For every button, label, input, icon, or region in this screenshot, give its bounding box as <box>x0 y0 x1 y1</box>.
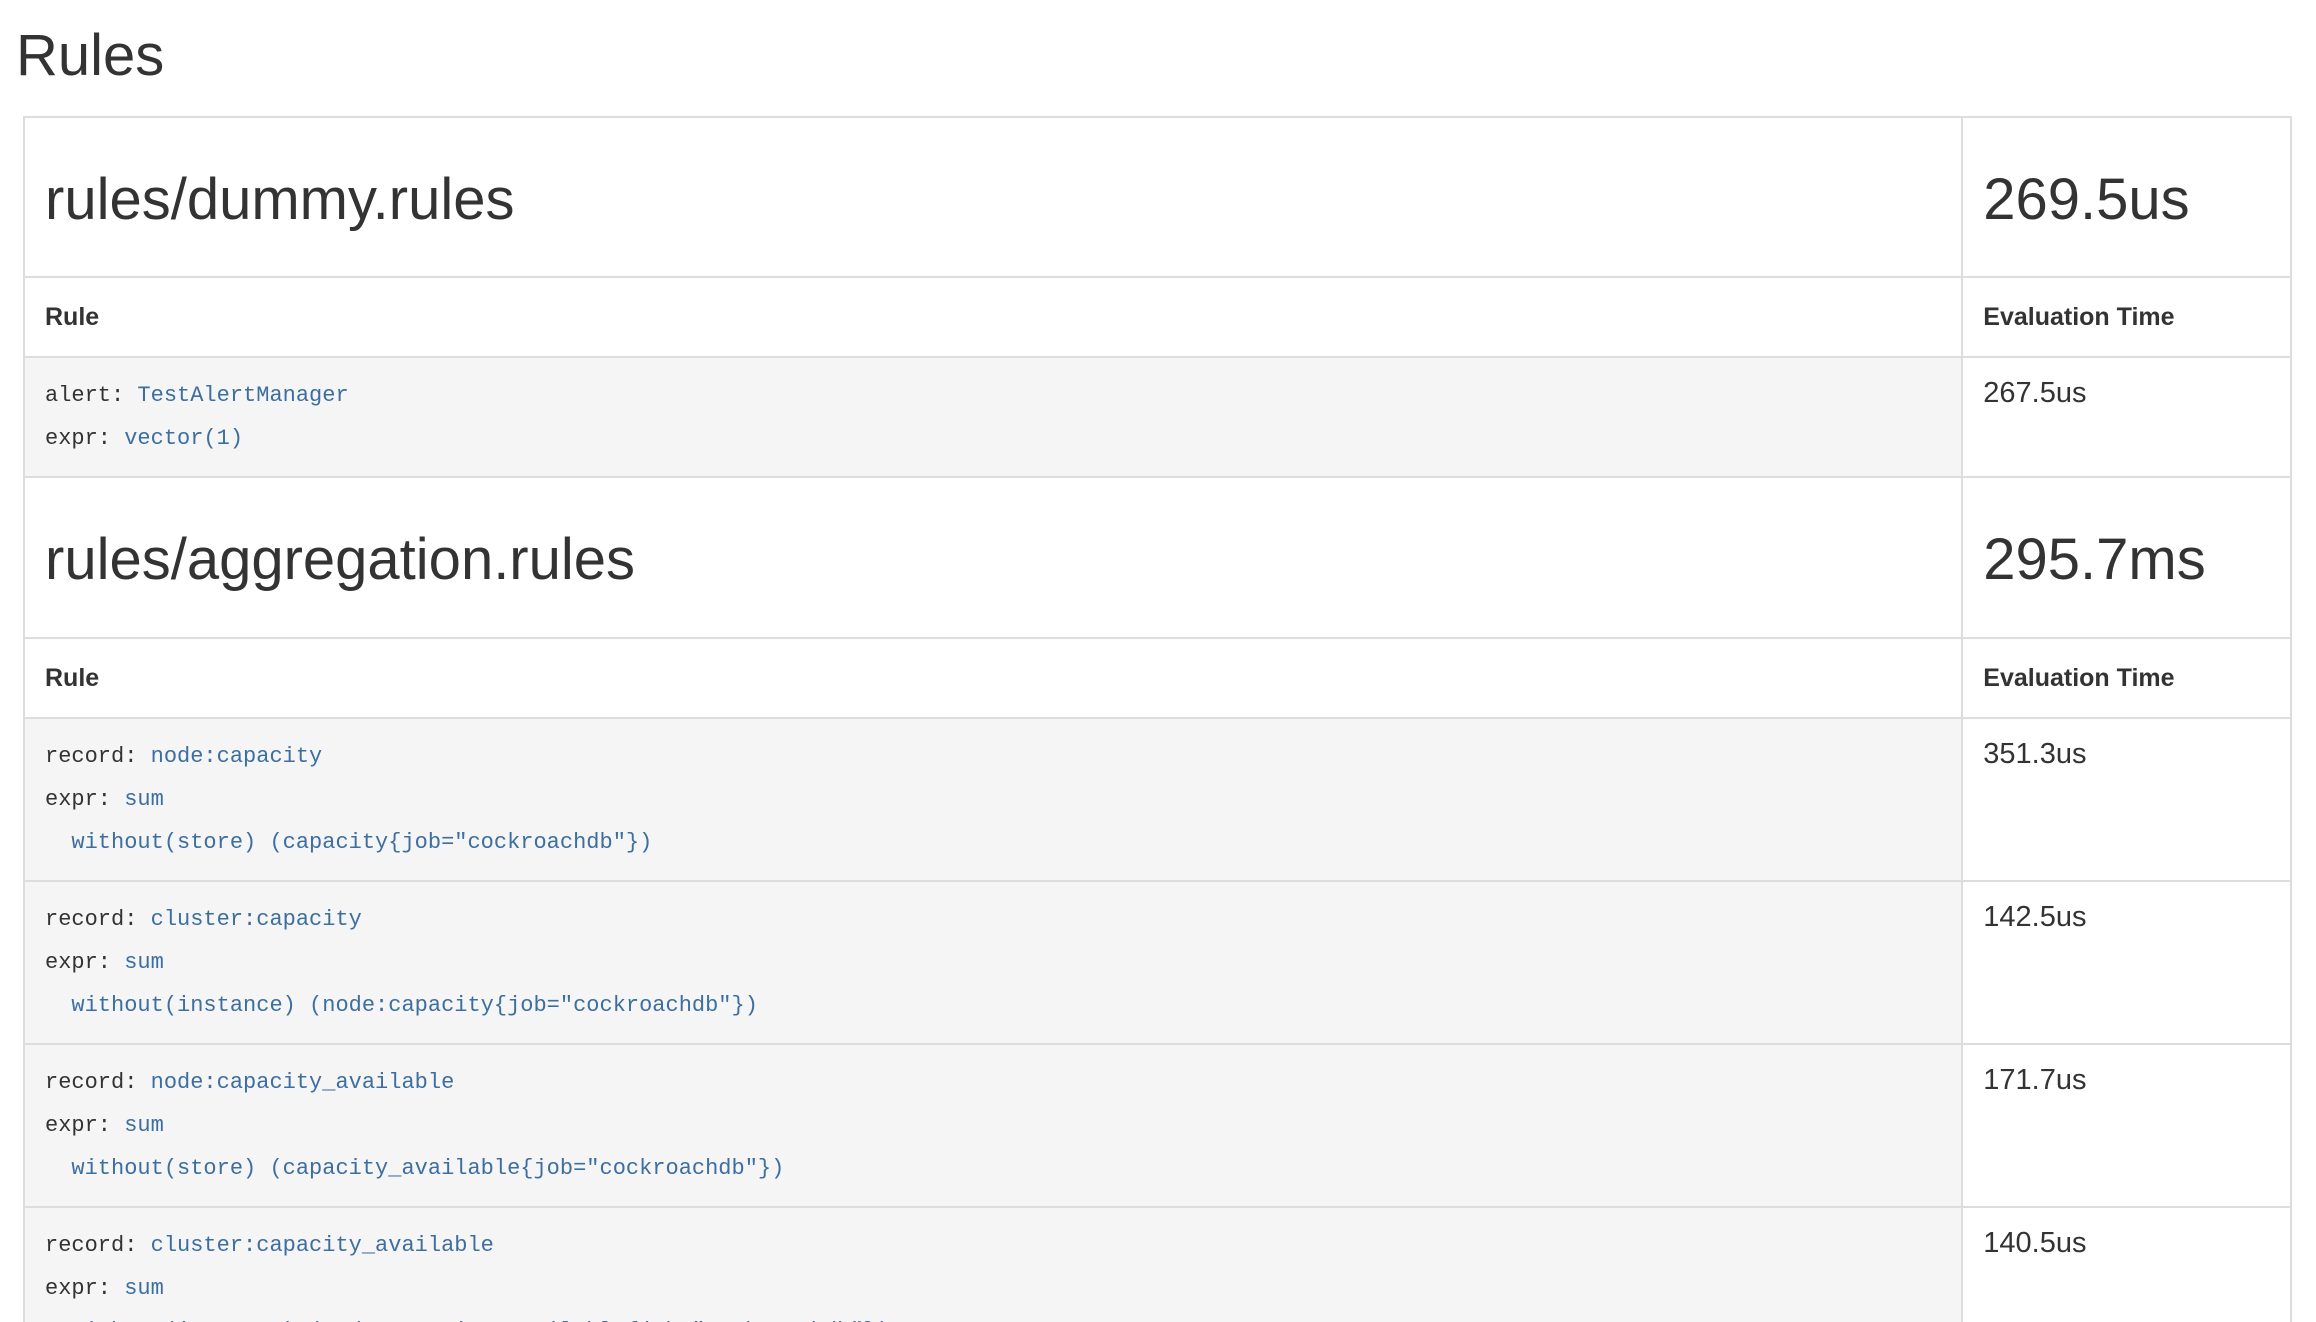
rule-expr-link[interactable]: sum <box>124 1276 164 1301</box>
rule-eval-time: 142.5us <box>1962 881 2291 1044</box>
rule-eval-time: 140.5us <box>1962 1207 2291 1322</box>
rules-table: rules/dummy.rules 269.5us Rule Evaluatio… <box>23 116 2292 1322</box>
rule-col-header: Rule <box>24 277 1962 357</box>
rule-expr-link[interactable]: node:capacity_available <box>151 1070 455 1095</box>
rule-expr-link[interactable]: sum <box>124 950 164 975</box>
rule-cell: record: cluster:capacity_available expr:… <box>24 1207 1962 1322</box>
time-col-header: Evaluation Time <box>1962 638 2291 718</box>
group-eval-time: 269.5us <box>1962 117 2291 278</box>
rule-row: alert: TestAlertManager expr: vector(1) … <box>24 357 2291 477</box>
rule-expr-link[interactable]: cluster:capacity <box>151 907 362 932</box>
group-header-row: rules/aggregation.rules 295.7ms <box>24 477 2291 638</box>
rule-cell: record: node:capacity expr: sum without(… <box>24 718 1962 881</box>
group-file: rules/aggregation.rules <box>24 477 1962 638</box>
rule-expr-link[interactable]: without(instance) (node:capacity{job="co… <box>45 993 758 1018</box>
page-title: Rules <box>16 24 2292 88</box>
rule-expr-link[interactable]: cluster:capacity_available <box>151 1233 494 1258</box>
rule-expr-link[interactable]: sum <box>124 1113 164 1138</box>
column-header-row: Rule Evaluation Time <box>24 638 2291 718</box>
rule-eval-time: 351.3us <box>1962 718 2291 881</box>
rule-eval-time: 267.5us <box>1962 357 2291 477</box>
group-eval-time: 295.7ms <box>1962 477 2291 638</box>
page-container: Rules rules/dummy.rules 269.5us Rule Eva… <box>0 24 2316 1322</box>
group-file: rules/dummy.rules <box>24 117 1962 278</box>
rule-cell: record: node:capacity_available expr: su… <box>24 1044 1962 1207</box>
rule-cell: record: cluster:capacity expr: sum witho… <box>24 881 1962 1044</box>
rule-cell: alert: TestAlertManager expr: vector(1) <box>24 357 1962 477</box>
rules-table-body: rules/dummy.rules 269.5us Rule Evaluatio… <box>24 117 2291 1322</box>
rule-row: record: node:capacity_available expr: su… <box>24 1044 2291 1207</box>
column-header-row: Rule Evaluation Time <box>24 277 2291 357</box>
rule-row: record: node:capacity expr: sum without(… <box>24 718 2291 881</box>
rule-expr-link[interactable]: without(store) (capacity{job="cockroachd… <box>45 830 652 855</box>
rule-row: record: cluster:capacity expr: sum witho… <box>24 881 2291 1044</box>
group-header-row: rules/dummy.rules 269.5us <box>24 117 2291 278</box>
rule-expr-link[interactable]: TestAlertManager <box>137 383 348 408</box>
rule-expr-link[interactable]: sum <box>124 787 164 812</box>
time-col-header: Evaluation Time <box>1962 277 2291 357</box>
rule-col-header: Rule <box>24 638 1962 718</box>
rule-expr-link[interactable]: node:capacity <box>151 744 323 769</box>
rule-expr-link[interactable]: without(store) (capacity_available{job="… <box>45 1156 784 1181</box>
rule-eval-time: 171.7us <box>1962 1044 2291 1207</box>
rule-expr-link[interactable]: vector(1) <box>124 426 243 451</box>
rule-row: record: cluster:capacity_available expr:… <box>24 1207 2291 1322</box>
